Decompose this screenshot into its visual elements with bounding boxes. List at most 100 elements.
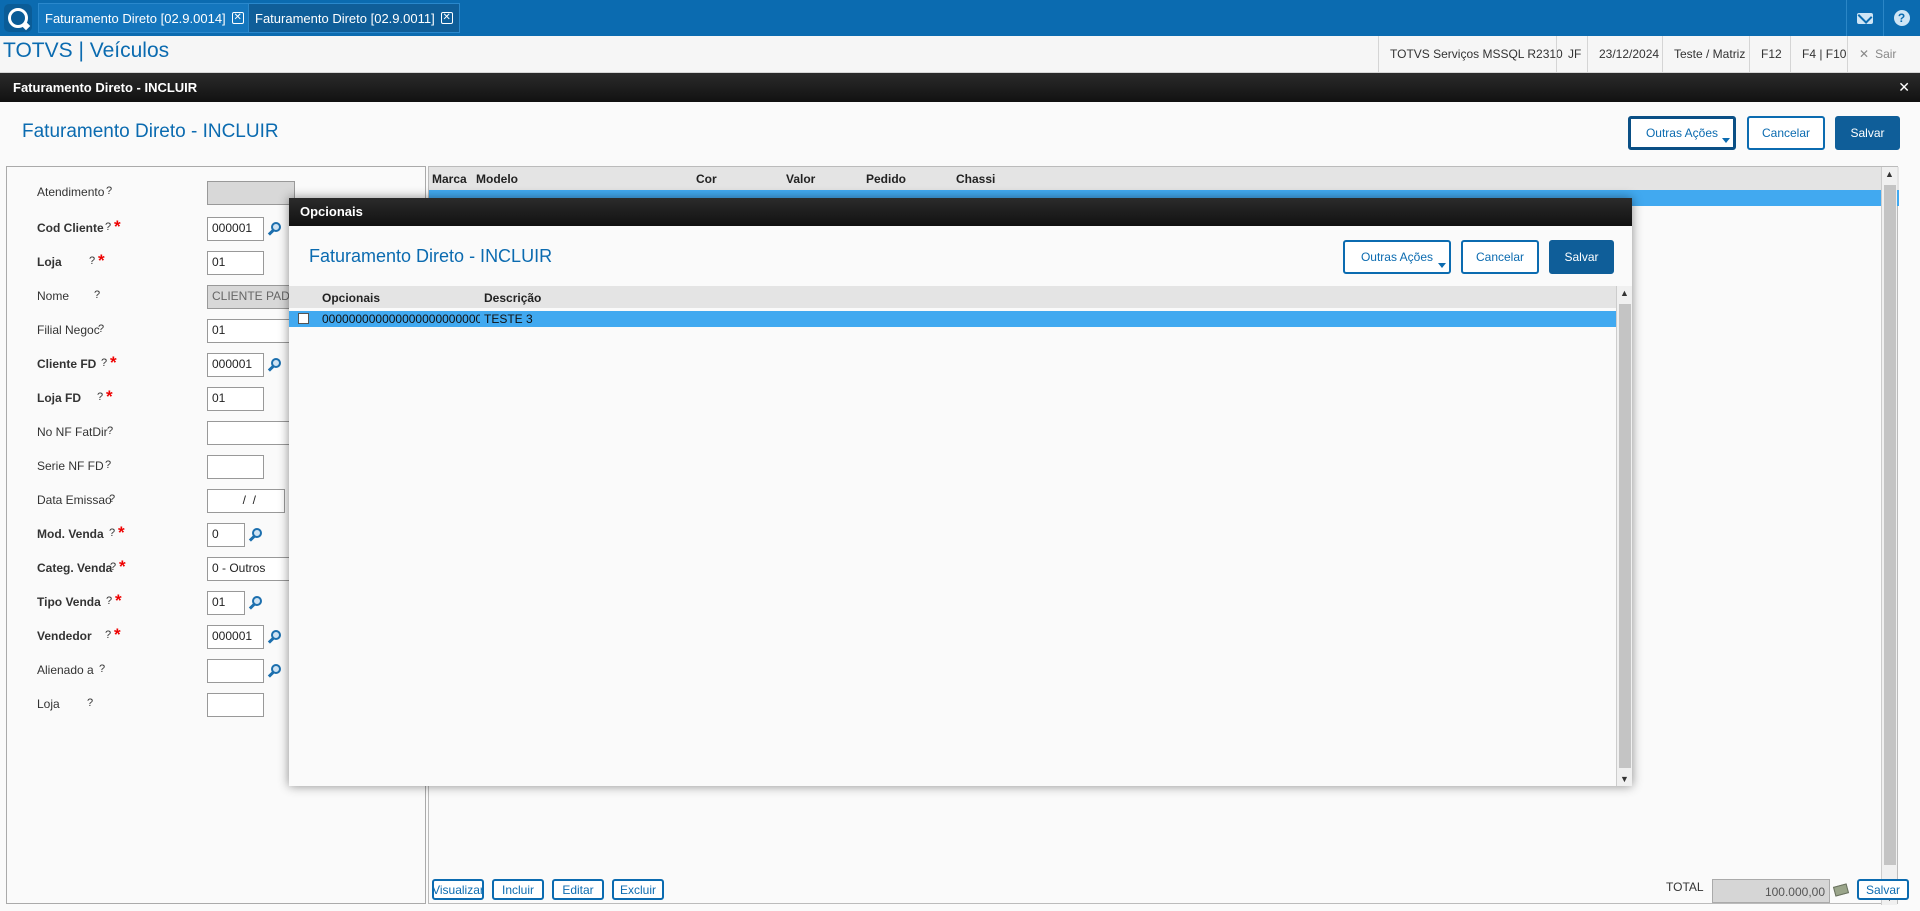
nome-input: CLIENTE PADR xyxy=(207,285,295,309)
tab-faturamento-0011[interactable]: Faturamento Direto [02.9.0011] ✕ xyxy=(248,3,460,33)
filial-negoc-input[interactable]: 01 xyxy=(207,319,295,343)
cancelar-button[interactable]: Cancelar xyxy=(1747,116,1825,150)
help-mark[interactable]: ? xyxy=(97,391,103,403)
table-row[interactable]: 000000000000000000000000000000 TESTE 3 xyxy=(289,311,1616,327)
data-emissao-input[interactable]: / / xyxy=(207,489,285,513)
branch-info[interactable]: Teste / Matriz xyxy=(1662,36,1756,72)
tipo-venda-input[interactable]: 01 xyxy=(207,591,245,615)
col-marca[interactable]: Marca xyxy=(432,172,467,186)
app-brand: TOTVS | Veículos xyxy=(3,39,170,62)
sair-label: Sair xyxy=(1875,47,1897,61)
field-label: Alienado a xyxy=(37,663,94,677)
required-mark: * xyxy=(114,625,121,644)
mail-icon xyxy=(1856,12,1873,24)
help-mark[interactable]: ? xyxy=(101,357,107,369)
col-pedido[interactable]: Pedido xyxy=(866,172,906,186)
col-valor[interactable]: Valor xyxy=(786,172,815,186)
visualizar-button[interactable]: Visualizar xyxy=(432,879,484,900)
scroll-down-icon[interactable]: ▼ xyxy=(1620,774,1629,784)
help-mark[interactable]: ? xyxy=(98,323,104,335)
search-icon[interactable] xyxy=(267,221,283,237)
search-icon[interactable] xyxy=(267,357,283,373)
opcionais-grid: Opcionais Descrição 00000000000000000000… xyxy=(289,286,1632,786)
help-button[interactable]: ? xyxy=(1883,0,1919,36)
tab-faturamento-0014[interactable]: Faturamento Direto [02.9.0014] ✕ xyxy=(38,3,251,33)
search-icon[interactable] xyxy=(248,527,264,543)
cliente-fd-input[interactable]: 000001 xyxy=(207,353,264,377)
scroll-up-icon[interactable]: ▲ xyxy=(1620,288,1629,298)
categ-venda-select[interactable]: 0 - Outros xyxy=(207,557,295,581)
close-icon[interactable]: ✕ xyxy=(1898,73,1910,102)
required-mark: * xyxy=(98,251,105,270)
field-label: Filial Negoc xyxy=(37,323,100,337)
loja-input[interactable]: 01 xyxy=(207,251,264,275)
scroll-up-icon[interactable]: ▲ xyxy=(1885,169,1894,179)
dialog-outras-acoes-button[interactable]: Outras Ações xyxy=(1343,240,1451,274)
excluir-button[interactable]: Excluir xyxy=(612,879,664,900)
close-icon[interactable]: ✕ xyxy=(231,12,244,24)
help-mark[interactable]: ? xyxy=(105,459,111,471)
search-icon[interactable] xyxy=(248,595,264,611)
help-mark[interactable]: ? xyxy=(105,221,111,233)
loja-fd-input[interactable]: 01 xyxy=(207,387,264,411)
database-date[interactable]: 23/12/2024 xyxy=(1587,36,1670,72)
incluir-button[interactable]: Incluir xyxy=(492,879,544,900)
help-mark[interactable]: ? xyxy=(99,663,105,675)
editar-button[interactable]: Editar xyxy=(552,879,604,900)
grid-scrollbar[interactable]: ▲ ▼ xyxy=(1881,167,1897,905)
messages-button[interactable] xyxy=(1846,0,1882,36)
row-checkbox[interactable] xyxy=(298,313,309,324)
scrollbar-thumb[interactable] xyxy=(1619,304,1631,768)
dialog-cancelar-button[interactable]: Cancelar xyxy=(1461,240,1539,274)
help-mark[interactable]: ? xyxy=(89,255,95,267)
col-chassi[interactable]: Chassi xyxy=(956,172,995,186)
col-descricao[interactable]: Descrição xyxy=(484,291,541,305)
tab-label: Faturamento Direto [02.9.0014] xyxy=(45,10,226,26)
col-opcionais[interactable]: Opcionais xyxy=(322,291,380,305)
help-mark[interactable]: ? xyxy=(106,595,112,607)
environment-info[interactable]: TOTVS Serviços MSSQL R2310 xyxy=(1378,36,1574,72)
salvar-button[interactable]: Salvar xyxy=(1835,116,1900,150)
required-mark: * xyxy=(110,353,117,372)
field-label: Tipo Venda xyxy=(37,595,101,609)
help-mark[interactable]: ? xyxy=(105,629,111,641)
dialog-title: Faturamento Direto - INCLUIR xyxy=(309,246,553,266)
alienado-a-input[interactable] xyxy=(207,659,264,683)
search-icon[interactable] xyxy=(267,663,283,679)
help-mark[interactable]: ? xyxy=(106,185,112,197)
dialog-salvar-button[interactable]: Salvar xyxy=(1549,240,1614,274)
outras-acoes-button[interactable]: Outras Ações xyxy=(1628,116,1736,150)
close-icon: ✕ xyxy=(1859,47,1870,61)
sair-button[interactable]: ✕ Sair xyxy=(1847,36,1907,72)
opcionais-dialog: Opcionais Faturamento Direto - INCLUIR O… xyxy=(289,198,1632,786)
close-icon[interactable]: ✕ xyxy=(440,12,453,24)
col-cor[interactable]: Cor xyxy=(696,172,717,186)
serie-nf-fd-input[interactable] xyxy=(207,455,264,479)
vendedor-input[interactable]: 000001 xyxy=(207,625,264,649)
field-label: Loja FD xyxy=(37,391,81,405)
no-nf-fatdir-input[interactable] xyxy=(207,421,295,445)
grid-header: Opcionais Descrição xyxy=(289,286,1616,308)
dialog-scrollbar[interactable]: ▲ ▼ xyxy=(1616,286,1632,786)
field-label: Loja xyxy=(37,255,62,269)
window-titlebar: Faturamento Direto - INCLUIR ✕ xyxy=(0,73,1920,102)
field-label: Cliente FD xyxy=(37,357,97,371)
help-mark[interactable]: ? xyxy=(87,697,93,709)
totvs-logo-icon[interactable] xyxy=(4,4,32,32)
help-mark[interactable]: ? xyxy=(107,425,113,437)
help-mark[interactable]: ? xyxy=(94,289,100,301)
help-mark[interactable]: ? xyxy=(110,561,116,573)
search-icon[interactable] xyxy=(267,629,283,645)
footer-salvar-button[interactable]: Salvar xyxy=(1857,879,1909,900)
help-mark[interactable]: ? xyxy=(109,493,115,505)
col-modelo[interactable]: Modelo xyxy=(476,172,518,186)
loja-2-input[interactable] xyxy=(207,693,264,717)
outras-acoes-label: Outras Ações xyxy=(1645,126,1719,140)
atendimento-input xyxy=(207,181,295,205)
cod-cliente-input[interactable]: 000001 xyxy=(207,217,264,241)
f12-shortcut[interactable]: F12 xyxy=(1749,36,1793,72)
mod-venda-input[interactable]: 0 xyxy=(207,523,245,547)
help-mark[interactable]: ? xyxy=(109,527,115,539)
tab-label: Faturamento Direto [02.9.0011] xyxy=(255,10,435,26)
scrollbar-thumb[interactable] xyxy=(1884,185,1896,865)
